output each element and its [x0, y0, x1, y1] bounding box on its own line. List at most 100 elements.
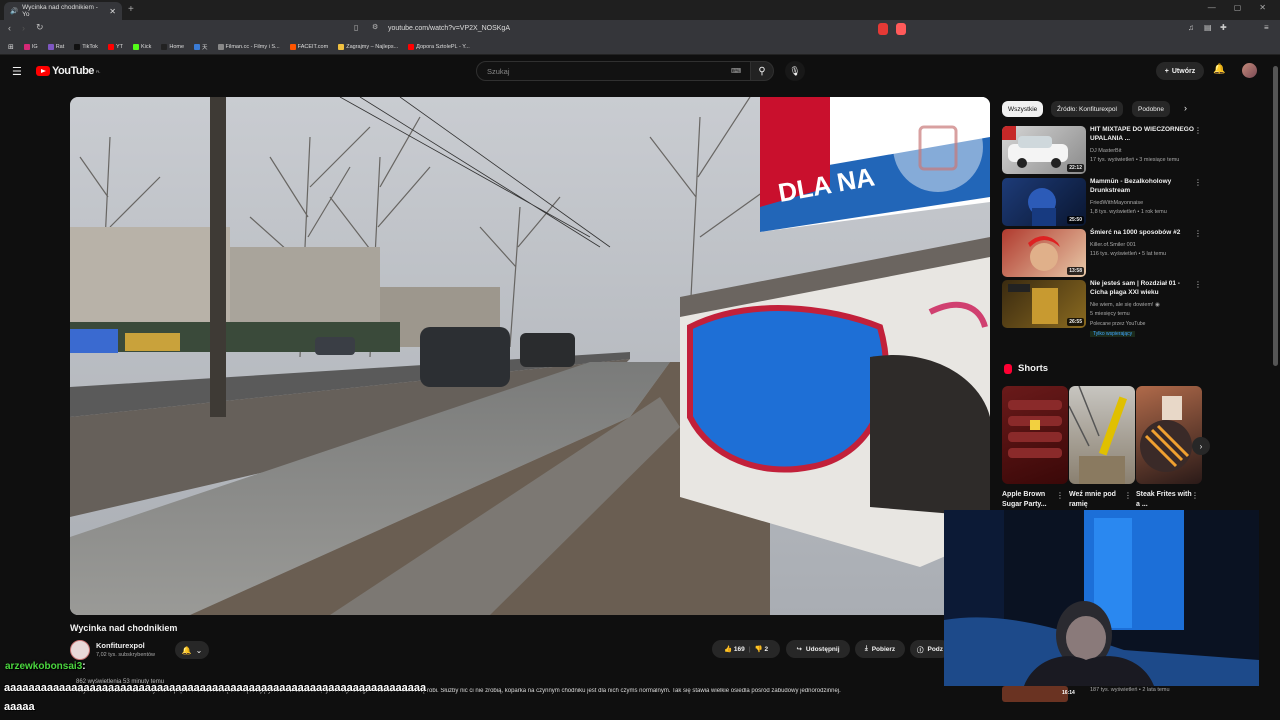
menu-icon[interactable]: ☰ [12, 65, 22, 78]
short-thumbnail[interactable] [1069, 386, 1135, 484]
bookmark-favicon-icon [23, 44, 30, 50]
short-thumbnail[interactable] [1136, 386, 1202, 484]
bookmark-icon[interactable]: ▯ [354, 23, 358, 32]
recommendation-channel[interactable]: DJ MasterBit [1090, 148, 1121, 154]
more-options-icon[interactable]: ⋮ [1194, 126, 1202, 135]
bookmark-item[interactable]: IG [23, 44, 38, 50]
keyboard-icon[interactable]: ⌨ [731, 67, 741, 75]
more-options-icon[interactable]: ⋮ [1194, 280, 1202, 289]
maximize-icon[interactable]: ▢ [1234, 3, 1242, 12]
bookmark-item[interactable]: Zagrajmy – Najleps... [338, 44, 398, 50]
thumbs-down-icon: 👎 [754, 646, 763, 653]
recommendation-meta: 1,8 tys. wyświetleń • 1 rok temu [1090, 209, 1167, 215]
reload-icon[interactable]: ↻ [36, 22, 44, 33]
youtube-logo[interactable]: YouTube PL [36, 65, 100, 77]
back-icon[interactable]: ‹ [8, 23, 11, 33]
minimize-icon[interactable]: — [1208, 3, 1216, 12]
thumbnail[interactable] [1002, 686, 1068, 702]
bookmark-item[interactable]: TikTok [74, 44, 98, 50]
chip-source[interactable]: Źródło: Konfiturexpol [1051, 101, 1123, 117]
bookmark-label: YT [115, 44, 123, 50]
search-input[interactable]: Szukaj [476, 61, 752, 81]
more-options-icon[interactable]: ⋮ [1194, 178, 1202, 187]
chevron-right-icon[interactable]: › [1184, 103, 1187, 113]
playlist-icon[interactable]: ♫ [1188, 23, 1194, 32]
youtube-play-icon [36, 66, 50, 76]
bookmark-item[interactable]: 天 [194, 43, 208, 51]
extensions-icon[interactable]: ✚ [1220, 23, 1227, 32]
recommendation-title[interactable]: Śmierć na 1000 sposobów #2 [1090, 229, 1194, 238]
bookmark-item[interactable]: FACEIT.com [289, 44, 328, 50]
short-title[interactable]: Weź mnie pod ramię [1069, 490, 1125, 510]
dislike-button[interactable]: 👎 2 [755, 645, 769, 653]
new-tab-icon[interactable]: + [128, 4, 134, 15]
forward-icon[interactable]: › [22, 23, 25, 33]
more-options-icon[interactable]: ⋮ [1056, 491, 1064, 500]
sidebar-icon[interactable]: ▤ [1204, 23, 1212, 32]
recommendation-channel[interactable]: Nie wiem, ale się dowiem! ◉ [1090, 302, 1160, 308]
subscription-bell-button[interactable]: 🔔 ⌄ [175, 641, 209, 659]
video-title: Wycinka nad chodnikiem [70, 623, 178, 633]
recommendation-title[interactable]: Nie jesteś sam | Rozdział 01 - Cicha pla… [1090, 280, 1194, 297]
bookmark-item[interactable]: Дорога SztolePL - Y... [408, 44, 470, 50]
brave-shield-icon[interactable] [878, 23, 888, 35]
recommendation-meta: 17 tys. wyświetleń • 3 miesiące temu [1090, 157, 1180, 163]
thumbnail[interactable]: 22:12 [1002, 126, 1086, 174]
more-options-icon[interactable]: ⋮ [1194, 229, 1202, 238]
close-window-icon[interactable]: ✕ [1259, 3, 1266, 12]
recommendation-item[interactable]: 13:58 Śmierć na 1000 sposobów #2 Killer.… [1002, 229, 1202, 279]
recommendation-channel[interactable]: Killer.of.Smiler 001 [1090, 242, 1136, 248]
channel-name[interactable]: Konfiturexpol [96, 641, 145, 650]
apps-icon[interactable]: ⊞ [8, 43, 14, 51]
bookmark-item[interactable]: Rat [47, 44, 64, 50]
recommendation-channel[interactable]: FriedWithMayonnaise [1090, 200, 1143, 206]
bookmark-item[interactable]: YT [107, 44, 123, 50]
browser-tab[interactable]: 🔊 Wycinka nad chodnikiem - Yo ✕ [4, 2, 122, 20]
bookmark-item[interactable]: Home [161, 44, 184, 50]
bookmark-item[interactable]: Kick [132, 44, 151, 50]
bookmark-favicon-icon [74, 44, 81, 50]
video-player[interactable]: DLA NA [70, 97, 990, 615]
download-button[interactable]: ⤓ Pobierz [855, 640, 905, 658]
thumbnail[interactable]: 13:58 [1002, 229, 1086, 277]
thumbnail[interactable]: 26:55 [1002, 280, 1086, 328]
bookmark-label: Filman.cc - Filmy i S... [225, 44, 280, 50]
share-button[interactable]: ↪ Udostępnij [786, 640, 850, 658]
url-text[interactable]: youtube.com/watch?v=VP2X_NOSKgA [388, 25, 510, 32]
short-title[interactable]: Apple Brown Sugar Party... [1002, 490, 1058, 510]
avatar[interactable] [1242, 63, 1257, 78]
scrollbar-thumb[interactable] [1273, 66, 1278, 366]
voice-search-button[interactable]: 🎙 [785, 61, 805, 81]
chip-all[interactable]: Wszystkie [1002, 101, 1044, 117]
more-options-icon[interactable]: ⋮ [1191, 491, 1199, 500]
bookmark-item[interactable]: Filman.cc - Filmy i S... [217, 44, 280, 50]
recommendation-item[interactable]: 26:55 Nie jesteś sam | Rozdział 01 - Cic… [1002, 280, 1202, 342]
notifications-icon[interactable]: 🔔 [1213, 64, 1225, 75]
close-tab-icon[interactable]: ✕ [109, 7, 116, 16]
bookmark-favicon-icon [107, 44, 114, 50]
channel-avatar[interactable] [70, 640, 90, 660]
chip-similar[interactable]: Podobne [1132, 101, 1171, 117]
like-button[interactable]: 👍 169 [724, 645, 745, 653]
search-icon: ⚲ [758, 65, 766, 77]
shorts-next-button[interactable]: › [1192, 437, 1210, 455]
menu-icon[interactable]: ≡ [1264, 23, 1269, 32]
recommendation-item[interactable]: 25:50 Mammūn - Bezalkoholowy Drunkstream… [1002, 178, 1202, 228]
mic-icon: 🎙 [789, 65, 801, 76]
create-button[interactable]: + Utwórz [1156, 62, 1204, 80]
short-thumbnail[interactable] [1002, 386, 1068, 484]
recommendation-title[interactable]: Mammūn - Bezalkoholowy Drunkstream [1090, 178, 1194, 195]
bookmarks-bar: ⊞ IG Rat TikTok YT Kick Home 天 Filman.cc - Film… [0, 40, 1280, 55]
recommendation-meta: 116 tys. wyświetleń • 5 lat temu [1090, 251, 1167, 257]
site-settings-icon[interactable]: ⚙ [372, 23, 378, 31]
tab-title: Wycinka nad chodnikiem - Yo [22, 4, 98, 18]
more-options-icon[interactable]: ⋮ [1124, 491, 1132, 500]
rewards-icon[interactable] [896, 23, 906, 35]
recommendation-title[interactable]: HIT MIXTAPE DO WIECZORNEGO UPALANIA ... [1090, 126, 1194, 143]
thumbnail[interactable]: 25:50 [1002, 178, 1086, 226]
recommendation-meta: 5 miesięcy temu [1090, 311, 1130, 317]
short-title[interactable]: Steak Frites with a ... [1136, 490, 1192, 510]
search-button[interactable]: ⚲ [750, 61, 774, 81]
page-scrollbar[interactable] [1273, 58, 1278, 698]
recommendation-item[interactable]: 22:12 HIT MIXTAPE DO WIECZORNEGO UPALANI… [1002, 126, 1202, 176]
